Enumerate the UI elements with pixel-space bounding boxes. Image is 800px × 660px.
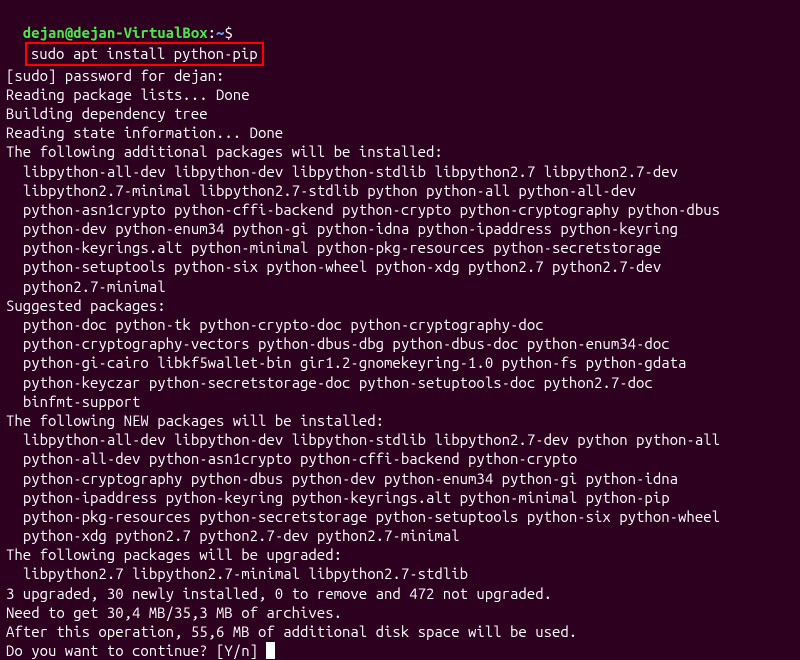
cursor-icon xyxy=(266,642,275,659)
output-line: python-setuptools python-six python-whee… xyxy=(6,257,794,276)
output-line: Reading package lists... Done xyxy=(6,85,794,104)
output-line: [sudo] password for dejan: xyxy=(6,66,794,85)
output-line: python-ipaddress python-keyring python-k… xyxy=(6,488,794,507)
output-line: python-cryptography-vectors python-dbus-… xyxy=(6,334,794,353)
prompt-user: dejan@dejan-VirtualBox xyxy=(23,24,208,41)
output-line: The following packages will be upgraded: xyxy=(6,545,794,564)
output-line: After this operation, 55,6 MB of additio… xyxy=(6,622,794,641)
output-line: python-dev python-enum34 python-gi pytho… xyxy=(6,219,794,238)
output-line: python2.7-minimal xyxy=(6,277,794,296)
command-highlight: sudo apt install python-pip xyxy=(25,42,264,65)
prompt-dollar: $ xyxy=(224,24,232,41)
output-line: python-xdg python2.7 python2.7-dev pytho… xyxy=(6,526,794,545)
output-line: python-asn1crypto python-cffi-backend py… xyxy=(6,200,794,219)
output-line: The following NEW packages will be insta… xyxy=(6,411,794,430)
command-text: sudo apt install python-pip xyxy=(31,45,258,62)
output-line: Building dependency tree xyxy=(6,104,794,123)
prompt-continue[interactable]: Do you want to continue? [Y/n] xyxy=(6,641,794,660)
continue-text: Do you want to continue? [Y/n] xyxy=(6,642,266,659)
output-line: 3 upgraded, 30 newly installed, 0 to rem… xyxy=(6,584,794,603)
output-line: python-pkg-resources python-secretstorag… xyxy=(6,507,794,526)
output-line: Need to get 30,4 MB/35,3 MB of archives. xyxy=(6,603,794,622)
prompt-sep: : xyxy=(208,24,216,41)
output-line: Suggested packages: xyxy=(6,296,794,315)
output-line: libpython-all-dev libpython-dev libpytho… xyxy=(6,162,794,181)
prompt-line: dejan@dejan-VirtualBox:~$ sudo apt insta… xyxy=(6,4,794,66)
output-line: python-doc python-tk python-crypto-doc p… xyxy=(6,315,794,334)
output-line: python-all-dev python-asn1crypto python-… xyxy=(6,449,794,468)
output-line: binfmt-support xyxy=(6,392,794,411)
output-line: The following additional packages will b… xyxy=(6,142,794,161)
output-line: python-keyrings.alt python-minimal pytho… xyxy=(6,238,794,257)
output-line: libpython2.7-minimal libpython2.7-stdlib… xyxy=(6,181,794,200)
output-line: python-cryptography python-dbus python-d… xyxy=(6,469,794,488)
output-line: libpython-all-dev libpython-dev libpytho… xyxy=(6,430,794,449)
output-line: python-gi-cairo libkf5wallet-bin gir1.2-… xyxy=(6,353,794,372)
output-line: Reading state information... Done xyxy=(6,123,794,142)
output-line: libpython2.7 libpython2.7-minimal libpyt… xyxy=(6,564,794,583)
output-line: python-keyczar python-secretstorage-doc … xyxy=(6,373,794,392)
